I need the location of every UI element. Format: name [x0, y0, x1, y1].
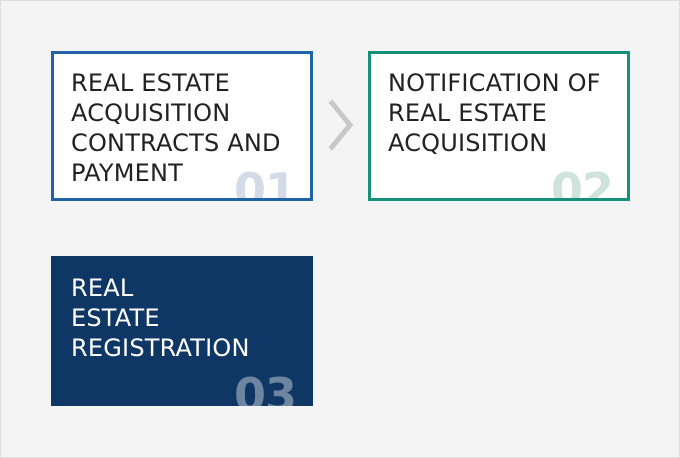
step-real-estate-acquisition-contracts: 01 REAL ESTATE ACQUISITION CONTRACTS AND…	[51, 51, 313, 201]
step-real-estate-registration: 03 REAL ESTATE REGISTRATION	[51, 256, 313, 406]
process-diagram: 01 REAL ESTATE ACQUISITION CONTRACTS AND…	[0, 0, 680, 458]
chevron-right-icon	[323, 97, 359, 153]
step-title: REAL ESTATE REGISTRATION	[71, 274, 250, 362]
step-title: REAL ESTATE ACQUISITION CONTRACTS AND PA…	[71, 69, 281, 187]
step-number: 02	[551, 163, 614, 201]
step-notification-of-acquisition: 02 NOTIFICATION OF REAL ESTATE ACQUISITI…	[368, 51, 630, 201]
step-title: NOTIFICATION OF REAL ESTATE ACQUISITION	[388, 69, 601, 157]
step-number: 03	[234, 368, 297, 406]
